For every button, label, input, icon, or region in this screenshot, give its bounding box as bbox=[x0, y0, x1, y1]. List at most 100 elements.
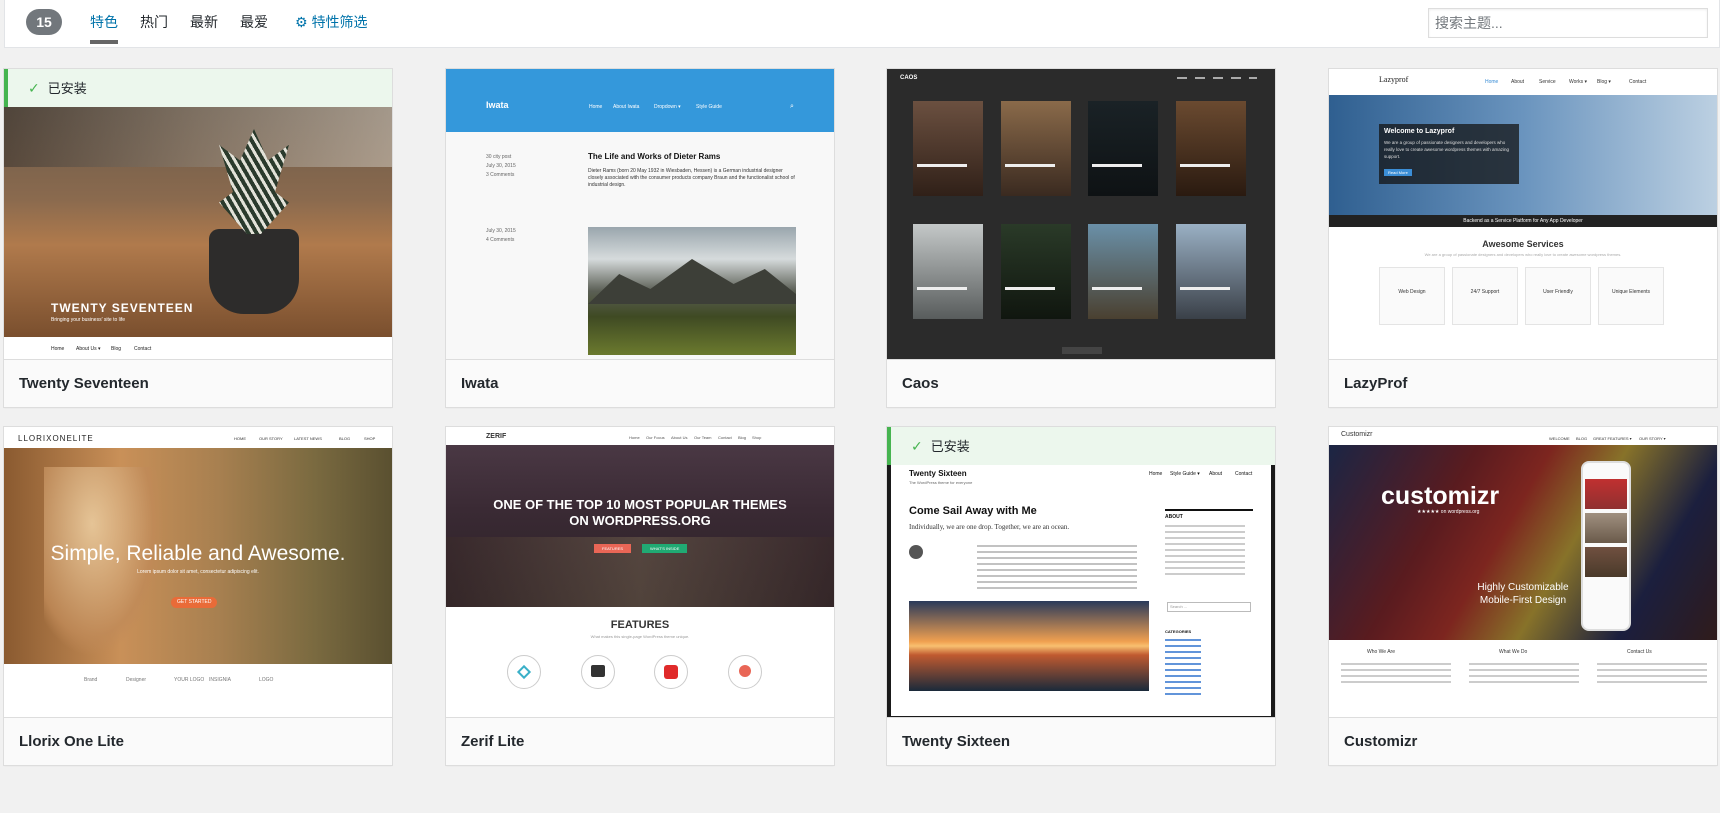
shot-hero: Simple, Reliable and Awesome. bbox=[50, 542, 346, 565]
installed-notice: ✓ 已安装 bbox=[887, 427, 1275, 465]
shot-service-3: User Friendly bbox=[1543, 289, 1573, 295]
search-themes-input[interactable] bbox=[1428, 8, 1708, 38]
installed-label: 已安装 bbox=[47, 81, 87, 96]
shot-section-title: Awesome Services bbox=[1482, 239, 1564, 249]
theme-card-zerif-lite[interactable]: ZERIF Home Our Focus About Us Our Team C… bbox=[445, 426, 835, 766]
shot-service-4: Unique Elements bbox=[1611, 289, 1651, 295]
theme-name: Twenty Sixteen bbox=[887, 717, 1275, 765]
theme-name: Customizr bbox=[1329, 717, 1717, 765]
shot-logo-5: LOGO bbox=[259, 677, 274, 683]
shot-button: GET STARTED bbox=[171, 597, 218, 608]
theme-screenshot: Customizr WELCOME BLOG GREAT FEATURES ▾ … bbox=[1329, 427, 1717, 718]
shot-nav-2: Style Guide ▾ bbox=[1170, 471, 1200, 477]
shot-nav-5: Blog ▾ bbox=[1597, 79, 1611, 85]
shot-logo-2: Designer bbox=[126, 677, 147, 683]
shot-nav-2: About bbox=[1511, 79, 1525, 85]
shot-post-title: Come Sail Away with Me bbox=[909, 505, 1037, 517]
shot-tagline: The WordPress theme for everyone bbox=[909, 480, 973, 485]
shot-nav-4: Our Team bbox=[694, 435, 712, 440]
installed-notice: ✓ 已安装 bbox=[4, 69, 392, 107]
shot-widget-about: ABOUT bbox=[1165, 514, 1183, 520]
shot-hero: customizr bbox=[1381, 482, 1500, 510]
shot-rating: ★★★★★ on wordpress.org bbox=[1417, 509, 1480, 515]
shot-brand: ZERIF bbox=[486, 433, 507, 440]
shot-meta-2: July 30, 2015 bbox=[486, 163, 516, 169]
shot-logo-1: Brand bbox=[84, 677, 98, 683]
tab-favorites[interactable]: 最爱 bbox=[240, 12, 268, 32]
theme-screenshot: ZERIF Home Our Focus About Us Our Team C… bbox=[446, 427, 834, 718]
shot-nav-6: Contact bbox=[1629, 79, 1647, 85]
shot-brand: Lazyprof bbox=[1379, 75, 1409, 84]
theme-card-twenty-seventeen[interactable]: ✓ 已安装 TWENTY SEVENTEEN Bringing your busi… bbox=[3, 68, 393, 408]
shot-logo-3: YOUR LOGO bbox=[174, 677, 205, 683]
shot-hero-sub: Lorem ipsum dolor sit amet, consectetur … bbox=[137, 569, 259, 575]
theme-card-twenty-sixteen[interactable]: ✓ 已安装 Twenty Sixteen The WordPress theme … bbox=[886, 426, 1276, 766]
shot-meta-4: July 30, 2015 bbox=[486, 228, 516, 234]
shot-post-intro: Individually, we are one drop. Together,… bbox=[909, 523, 1070, 531]
theme-card-iwata[interactable]: Iwata Home About Iwata Dropdown ▾ Style … bbox=[445, 68, 835, 408]
tab-featured[interactable]: 特色 bbox=[90, 12, 118, 44]
shot-nav-2: BLOG bbox=[1576, 436, 1588, 441]
theme-name: Zerif Lite bbox=[446, 717, 834, 765]
shot-nav-3: LATEST NEWS bbox=[294, 436, 322, 441]
shot-nav-5: Contact bbox=[718, 435, 732, 440]
theme-card-llorix-one-lite[interactable]: LLORIXONELITE HOME OUR STORY LATEST NEWS… bbox=[3, 426, 393, 766]
shot-col-3: Contact Us bbox=[1627, 649, 1652, 655]
shot-service-2: 24/7 Support bbox=[1470, 289, 1500, 295]
shot-nav-2: About Us ▾ bbox=[76, 346, 101, 352]
shot-nav-4: Works ▾ bbox=[1569, 79, 1587, 85]
shot-post-body: Dieter Rams (born 20 May 1932 in Wiesbad… bbox=[588, 168, 795, 188]
theme-card-lazyprof[interactable]: Lazyprof Home About Service Works ▾ Blog… bbox=[1328, 68, 1718, 408]
shot-nav-1: Home bbox=[1485, 79, 1499, 85]
shot-hero-text: We are a group of passionate designers a… bbox=[1384, 140, 1510, 159]
search-icon: ⌕ bbox=[790, 103, 794, 110]
theme-card-customizr[interactable]: Customizr WELCOME BLOG GREAT FEATURES ▾ … bbox=[1328, 426, 1718, 766]
shot-hero: ONE OF THE TOP 10 MOST POPULAR THEMES ON… bbox=[493, 497, 787, 528]
shot-sub-1: Highly Customizable bbox=[1477, 582, 1569, 593]
shot-brand: Twenty Sixteen bbox=[909, 469, 967, 478]
shot-col-1: Who We Are bbox=[1367, 649, 1395, 655]
shot-nav-2: OUR STORY bbox=[259, 436, 283, 441]
shot-nav-3: About bbox=[1209, 471, 1223, 477]
shot-nav-4: Contact bbox=[134, 346, 152, 352]
checkmark-icon: ✓ bbox=[911, 438, 923, 454]
feature-filter-button[interactable]: ⚙ 特性筛选 bbox=[295, 12, 368, 32]
shot-nav-3: Dropdown ▾ bbox=[654, 104, 681, 110]
theme-name: Llorix One Lite bbox=[4, 717, 392, 765]
theme-filter-bar: 15 特色 热门 最新 最爱 ⚙ 特性筛选 bbox=[4, 0, 1720, 48]
shot-section-sub: What makes this single-page WordPress th… bbox=[590, 634, 690, 639]
checkmark-icon: ✓ bbox=[28, 80, 40, 96]
shot-widget-categories: CATEGORIES bbox=[1165, 629, 1192, 634]
shot-title: TWENTY SEVENTEEN bbox=[51, 301, 194, 315]
shot-meta-3: 3 Comments bbox=[486, 172, 515, 178]
shot-meta-5: 4 Comments bbox=[486, 237, 515, 243]
shot-meta-1: 30 city post bbox=[486, 154, 512, 160]
shot-nav-3: GREAT FEATURES ▾ bbox=[1593, 436, 1632, 441]
theme-screenshot: Iwata Home About Iwata Dropdown ▾ Style … bbox=[446, 69, 834, 360]
shot-nav-1: HOME bbox=[234, 436, 246, 441]
shot-hero-button: Read More bbox=[1384, 169, 1412, 176]
shot-nav-3: About Us bbox=[671, 435, 688, 440]
feature-filter-label: 特性筛选 bbox=[311, 14, 368, 30]
shot-service-1: Web Design bbox=[1398, 289, 1426, 295]
shot-nav-5: SHOP bbox=[364, 436, 376, 441]
shot-search: Search ... bbox=[1167, 602, 1251, 612]
shot-nav-4: Contact bbox=[1235, 471, 1253, 477]
shot-nav-1: Home bbox=[629, 435, 640, 440]
theme-screenshot: CAOS bbox=[887, 69, 1275, 360]
theme-count-badge: 15 bbox=[26, 9, 62, 35]
shot-button-2: WHAT'S INSIDE bbox=[642, 544, 688, 553]
shot-section-sub: We are a group of passionate designers a… bbox=[1424, 252, 1622, 257]
shot-nav-1: Home bbox=[589, 104, 603, 110]
theme-screenshot: LLORIXONELITE HOME OUR STORY LATEST NEWS… bbox=[4, 427, 392, 718]
shot-nav-4: BLOG bbox=[339, 436, 351, 441]
tab-latest[interactable]: 最新 bbox=[190, 12, 218, 32]
tab-popular[interactable]: 热门 bbox=[140, 12, 168, 32]
shot-logo-4: INSIGNIA bbox=[209, 677, 231, 683]
theme-screenshot: TWENTY SEVENTEEN Bringing your business'… bbox=[4, 69, 392, 360]
shot-nav-4: OUR STORY ▾ bbox=[1639, 436, 1666, 441]
shot-nav-7: Shop bbox=[752, 435, 762, 440]
theme-card-caos[interactable]: CAOS Caos bbox=[886, 68, 1276, 408]
shot-brand: Customizr bbox=[1341, 431, 1373, 438]
shot-button-1: FEATURES bbox=[594, 544, 632, 553]
